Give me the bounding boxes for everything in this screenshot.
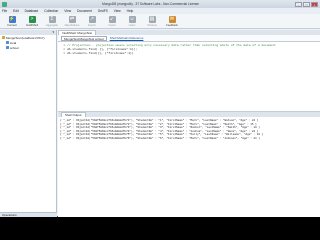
tree-item-label: local bbox=[10, 40, 17, 45]
toolbar-button-intellishell[interactable]: > IntelliShell bbox=[23, 16, 41, 27]
toolbar-button-label: Connect bbox=[7, 24, 17, 27]
code-text: db.students.find({}, {"firstname":1}) bbox=[67, 52, 134, 55]
menu-gridfs[interactable]: GridFS bbox=[98, 9, 108, 13]
menu-collection[interactable]: Collection bbox=[44, 9, 58, 13]
menu-help[interactable]: Help bbox=[127, 9, 134, 13]
toolbar-button-connect[interactable]: ⚡ Connect bbox=[3, 16, 21, 27]
shell-output: { "_id" : ObjectId("5b0f58b9ccfb5e9d8e8f… bbox=[58, 117, 320, 217]
window-controls: – □ × bbox=[294, 1, 318, 7]
screen: MongoDB (mongodb) - 3T Software Labs - N… bbox=[0, 0, 320, 240]
menu-file[interactable]: File bbox=[2, 9, 7, 13]
tree-item-label: MongoTest (localhost:27017) bbox=[6, 35, 45, 40]
pane-menu-icon[interactable]: ▾ bbox=[52, 30, 54, 35]
tree-item-label: school bbox=[10, 45, 19, 50]
menu-document[interactable]: Document bbox=[77, 9, 92, 13]
menu-view-2[interactable]: View bbox=[114, 9, 121, 13]
shell-subbar: MongoTest:MongoTest school Shell Methods… bbox=[58, 35, 320, 42]
toolbar-button-label: Import bbox=[108, 24, 116, 27]
main-toolbar: ⚡ Connect > IntelliShell Σ Aggregate ⇄ Map-Redu… bbox=[0, 14, 320, 29]
users-icon: ☺ bbox=[128, 16, 136, 23]
connect-icon: ⚡ bbox=[8, 16, 16, 23]
schema-icon: ▤ bbox=[148, 16, 156, 23]
server-icon bbox=[2, 36, 5, 39]
close-button[interactable]: × bbox=[311, 1, 318, 7]
toolbar-button-schema[interactable]: ▤ Schema bbox=[143, 16, 161, 27]
database-icon bbox=[6, 46, 9, 49]
code-line: 3 db.students.find({}, {"firstname":1}) bbox=[60, 52, 320, 56]
status-bar bbox=[0, 217, 320, 240]
menu-database[interactable]: Database bbox=[25, 9, 39, 13]
export-icon: ↗ bbox=[88, 16, 96, 23]
tab-intellishell[interactable]: IntelliShell: MongoTest bbox=[58, 30, 97, 35]
maximize-button[interactable]: □ bbox=[303, 1, 310, 7]
feedback-icon: ✉ bbox=[168, 16, 176, 23]
menu-view[interactable]: View bbox=[64, 9, 71, 13]
toolbar-button-label: Map-Reduce bbox=[64, 24, 80, 27]
import-icon: ↙ bbox=[108, 16, 116, 23]
toolbar-button-export[interactable]: ↗ Export bbox=[83, 16, 101, 27]
app-window: MongoDB (mongodb) - 3T Software Labs - N… bbox=[0, 0, 320, 217]
toolbar-button-label: Schema bbox=[147, 24, 157, 27]
connection-tree-pane: ▾ MongoTest (localhost:27017) local scho… bbox=[0, 30, 57, 217]
toolbar-button-label: IntelliShell bbox=[26, 24, 38, 27]
line-number: 3 bbox=[63, 52, 65, 55]
minimize-button[interactable]: – bbox=[295, 1, 302, 7]
toolbar-button-label: Users bbox=[128, 24, 136, 27]
toolbar-button-aggregate[interactable]: Σ Aggregate bbox=[43, 16, 61, 27]
menu-edit[interactable]: Edit bbox=[13, 9, 19, 13]
title-bar: MongoDB (mongodb) - 3T Software Labs - N… bbox=[0, 0, 320, 8]
database-icon bbox=[6, 41, 9, 44]
output-line: { "_id" : ObjectId("5b0f58b9ccfb5e9d8e8f… bbox=[60, 136, 260, 140]
toolbar-button-map-reduce[interactable]: ⇄ Map-Reduce bbox=[63, 16, 81, 27]
intellishell-icon: > bbox=[28, 16, 36, 23]
aggregate-icon: Σ bbox=[48, 16, 56, 23]
toolbar-button-feedback[interactable]: ✉ Feedback bbox=[163, 16, 181, 27]
tab-shell-output[interactable]: Shell Output bbox=[61, 112, 86, 117]
shell-methods-reference-link[interactable]: Shell Methods Reference bbox=[110, 36, 144, 41]
connection-selector[interactable]: MongoTest:MongoTest school bbox=[61, 35, 107, 41]
toolbar-button-label: Export bbox=[88, 24, 96, 27]
toolbar-button-label: Feedback bbox=[166, 24, 178, 27]
toolbar-button-import[interactable]: ↙ Import bbox=[103, 16, 121, 27]
toolbar-button-users[interactable]: ☺ Users bbox=[123, 16, 141, 27]
map-reduce-icon: ⇄ bbox=[68, 16, 76, 23]
query-editor[interactable]: 1// Projection - projection means select… bbox=[58, 42, 320, 112]
main-area: IntelliShell: MongoTest MongoTest:MongoT… bbox=[58, 30, 320, 217]
tree-item-school[interactable]: school bbox=[0, 45, 56, 50]
window-title: MongoDB (mongodb) - 3T Software Labs - N… bbox=[102, 2, 199, 6]
toolbar-button-label: Aggregate bbox=[46, 24, 58, 27]
